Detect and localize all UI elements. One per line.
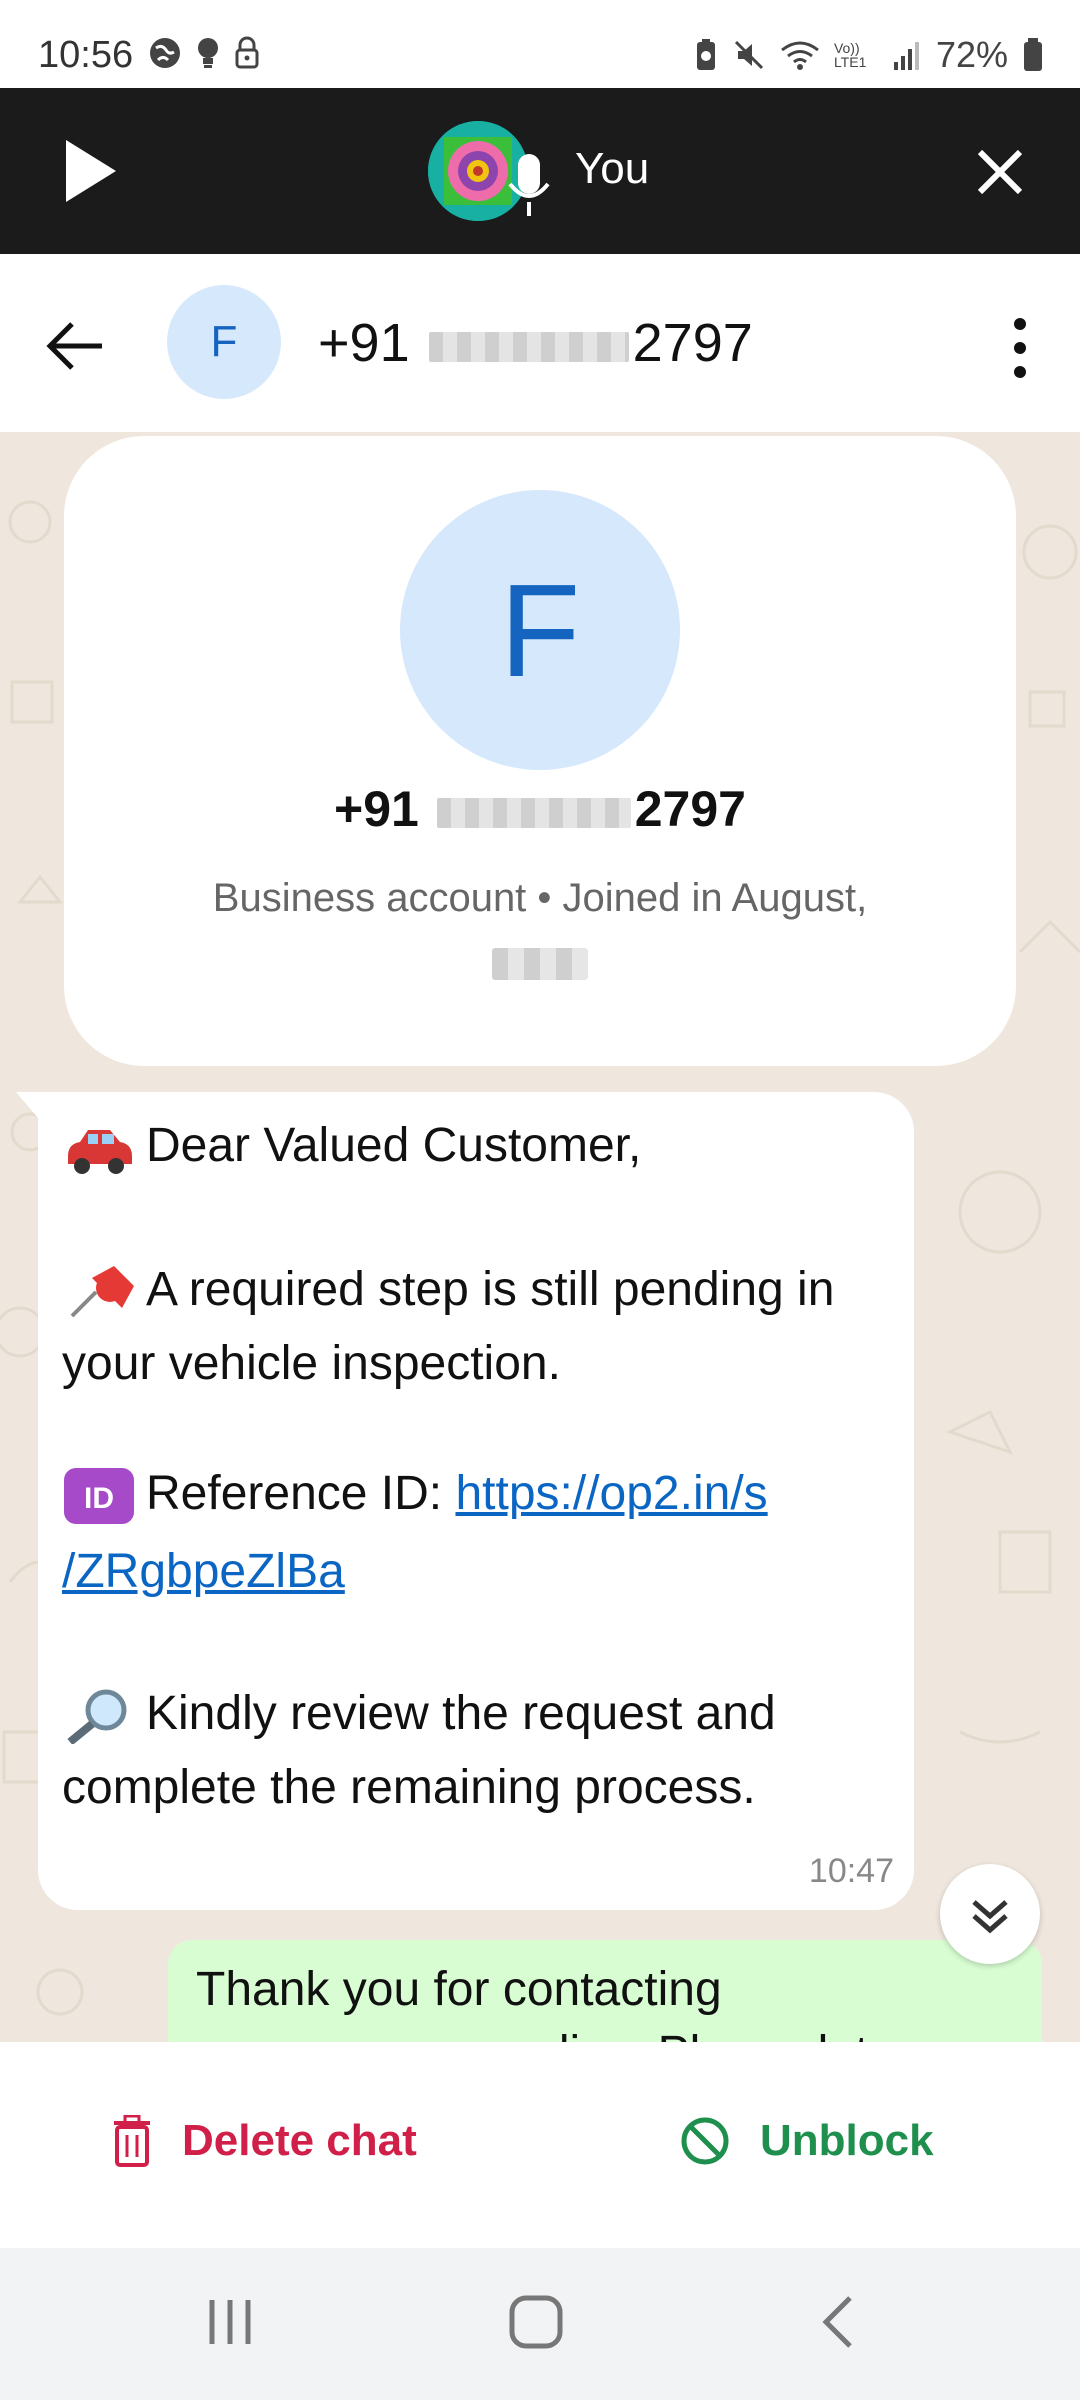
message-text: Dear Valued Customer,: [146, 1119, 642, 1172]
status-bar: 10:56 Vo)) LTE1 72%: [0, 0, 1080, 88]
chat-area[interactable]: F +91 2797 Business account • Joined in …: [0, 432, 1080, 2042]
reference-link[interactable]: https://op2.in/s: [455, 1467, 767, 1520]
bottom-actions: Delete chat Unblock: [0, 2042, 1080, 2248]
phone-prefix: +91: [318, 313, 410, 373]
lock-icon: [235, 36, 259, 69]
chat-header: F +91 2797: [0, 254, 1080, 433]
globe-icon: [150, 38, 180, 68]
status-icons-right: Vo)) LTE1 72%: [694, 34, 1044, 76]
contact-phone[interactable]: +91 2797: [318, 312, 753, 374]
trash-icon: [114, 2115, 150, 2167]
profile-phone: +91 2797: [64, 780, 1016, 838]
profile-subtitle: Business account • Joined in August,: [212, 876, 868, 920]
message-line: Kindly review the request and: [62, 1686, 776, 1745]
redacted-year: [492, 948, 588, 980]
message-text: resonance remedies. Please let us: [196, 2026, 932, 2042]
status-icons-left: [148, 36, 260, 70]
block-icon: [681, 2117, 729, 2165]
more-options-icon[interactable]: [1000, 312, 1040, 384]
voice-speaker-name: You: [575, 144, 650, 193]
network-label: Vo)) LTE1: [833, 40, 867, 70]
profile-phone-prefix: +91: [334, 781, 419, 837]
incoming-message[interactable]: Dear Valued Customer, A required step is…: [38, 1092, 914, 1910]
redacted-digits: [428, 331, 629, 362]
close-icon[interactable]: [972, 144, 1028, 200]
status-time: 10:56: [38, 34, 134, 76]
svg-text:ID: ID: [84, 1482, 114, 1515]
message-line: your vehicle inspection.: [62, 1337, 561, 1390]
delete-chat-label: Delete chat: [182, 2116, 417, 2165]
contact-avatar[interactable]: F: [167, 285, 281, 399]
profile-phone-suffix: 2797: [634, 781, 746, 837]
message-time: 10:47: [808, 1852, 894, 1890]
play-icon[interactable]: [60, 136, 120, 206]
signal-icon: [893, 42, 919, 70]
reference-link-continued[interactable]: /ZRgbpeZlBa: [62, 1544, 345, 1599]
back-arrow-icon[interactable]: [40, 310, 112, 382]
message-text: Kindly review the request and: [146, 1687, 776, 1740]
pushpin-icon: [70, 1266, 134, 1318]
message-line: A required step is still pending in: [62, 1262, 834, 1320]
voice-chat-bar[interactable]: You: [0, 88, 1080, 254]
id-badge-icon: ID: [64, 1468, 134, 1525]
message-text: A required step is still pending in: [146, 1263, 835, 1316]
reference-label: Reference ID:: [146, 1467, 456, 1520]
home-icon[interactable]: [506, 2292, 566, 2352]
system-navigation-bar: [0, 2248, 1080, 2400]
message-line: Dear Valued Customer,: [62, 1118, 641, 1176]
bulb-icon: [198, 38, 218, 68]
redacted-digits: [436, 797, 631, 828]
message-text: Thank you for contacting: [196, 1963, 722, 2016]
outgoing-message[interactable]: Thank you for contacting resonance remed…: [168, 1940, 1042, 2042]
mute-icon: [734, 40, 763, 70]
message-line: ID Reference ID: https://op2.in/s: [62, 1466, 768, 1525]
message-line: complete the remaining process.: [62, 1761, 756, 1814]
profile-card: F +91 2797 Business account • Joined in …: [64, 436, 1016, 1066]
phone-suffix: 2797: [632, 313, 753, 373]
delete-chat-button[interactable]: Delete chat: [112, 2096, 417, 2186]
unblock-button[interactable]: Unblock: [680, 2096, 934, 2186]
battery-icon: [1024, 38, 1042, 71]
battery-saver-icon: [696, 39, 715, 70]
scroll-to-bottom-button[interactable]: [940, 1864, 1040, 1964]
profile-avatar: F: [400, 490, 680, 770]
bubble-tail: [16, 1092, 38, 1118]
nav-back-icon[interactable]: [810, 2292, 870, 2352]
car-icon: [68, 1130, 132, 1175]
magnifier-icon: [67, 1689, 127, 1745]
microphone-icon: [508, 154, 550, 216]
double-chevron-down-icon: [972, 1900, 1008, 1934]
wifi-icon: [781, 41, 819, 70]
battery-percent: 72%: [935, 34, 1008, 75]
recent-apps-icon[interactable]: [200, 2292, 260, 2352]
unblock-label: Unblock: [760, 2116, 934, 2165]
